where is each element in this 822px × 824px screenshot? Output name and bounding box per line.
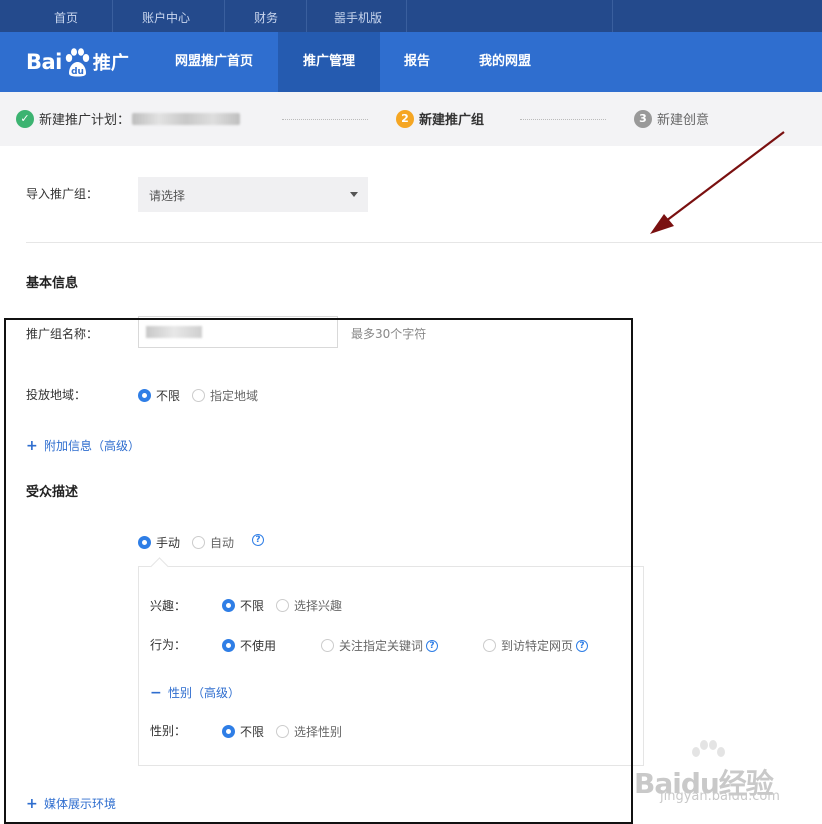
behavior-radio-none[interactable]: 不使用: [222, 637, 276, 654]
nav-tab-report[interactable]: 报告: [386, 32, 448, 92]
minus-icon: −: [150, 684, 162, 701]
radio-unchecked-icon: [321, 639, 334, 652]
radio-checked-icon: [222, 599, 235, 612]
media-environment-label: 媒体展示环境: [44, 797, 117, 811]
gender-advanced-label: 性别（高级）: [168, 686, 241, 700]
interest-label: 兴趣：: [150, 599, 187, 613]
import-group-select[interactable]: 请选择: [138, 177, 368, 212]
radio-checked-icon: [138, 536, 151, 549]
baidu-tuiguang-logo[interactable]: Bai du 推广: [26, 44, 129, 80]
radio-unchecked-icon: [192, 389, 205, 402]
annotation-arrow: [650, 131, 785, 234]
import-group-label: 导入推广组：: [26, 187, 99, 201]
extra-info-label: 附加信息（高级）: [44, 439, 141, 453]
redacted-group-name: [146, 326, 202, 338]
check-icon: ✓: [16, 109, 34, 128]
audience-panel: [138, 566, 644, 766]
step-1: ✓ 新建推广计划：: [16, 109, 241, 128]
radio-unchecked-icon: [276, 599, 289, 612]
watermark-url: jingyan.baidu.com: [660, 789, 780, 804]
interest-radio-select[interactable]: 选择兴趣: [276, 597, 342, 614]
logo-text-bai: Bai: [26, 50, 62, 74]
step-connector: [282, 119, 368, 120]
step-2: 2 新建推广组: [396, 109, 484, 128]
radio-label: 不限: [240, 599, 265, 613]
radio-label: 不限: [240, 725, 265, 739]
step-3: 3 新建创意: [634, 109, 709, 128]
basic-info-heading: 基本信息: [26, 276, 79, 291]
radio-label: 指定地域: [210, 389, 259, 403]
divider: [612, 0, 613, 32]
help-icon[interactable]: ?: [426, 639, 439, 652]
mode-radio-manual[interactable]: 手动: [138, 534, 180, 551]
radio-label: 到访特定网页: [501, 639, 574, 653]
step-1-label: 新建推广计划：: [39, 113, 131, 128]
top-link-home[interactable]: 首页: [54, 9, 78, 26]
divider: [112, 0, 113, 32]
radio-label: 不限: [156, 389, 181, 403]
divider: [306, 0, 307, 32]
top-link-mobile[interactable]: 噐手机版: [334, 9, 382, 26]
nav-tab-my-union[interactable]: 我的网盟: [462, 32, 548, 92]
logo-text-du: du: [71, 67, 84, 77]
redacted-plan-name: [132, 112, 241, 125]
behavior-radio-pages[interactable]: 到访特定网页 ?: [483, 637, 589, 654]
interest-radio-unlimited[interactable]: 不限: [222, 597, 264, 614]
divider: [224, 0, 225, 32]
help-icon[interactable]: ?: [576, 639, 589, 652]
nav-tab-management[interactable]: 推广管理: [278, 32, 380, 92]
divider: [26, 242, 822, 243]
radio-checked-icon: [138, 389, 151, 402]
region-label: 投放地域：: [26, 388, 87, 402]
step-2-number: 2: [396, 109, 414, 128]
top-link-account[interactable]: 账户中心: [142, 9, 190, 26]
radio-checked-icon: [222, 639, 235, 652]
top-bar: 首页 账户中心 财务 噐手机版: [0, 0, 822, 32]
radio-checked-icon: [222, 725, 235, 738]
logo-text-suffix: 推广: [92, 53, 129, 74]
mode-radio-auto[interactable]: 自动: [192, 534, 234, 551]
gender-advanced-toggle[interactable]: − 性别（高级）: [150, 684, 240, 701]
audience-heading: 受众描述: [26, 485, 79, 500]
gender-radio-unlimited[interactable]: 不限: [222, 723, 264, 740]
gender-radio-select[interactable]: 选择性别: [276, 723, 342, 740]
caret-down-icon: [350, 192, 358, 197]
group-name-hint: 最多30个字符: [351, 327, 427, 341]
radio-label: 选择兴趣: [294, 599, 343, 613]
step-3-number: 3: [634, 109, 652, 128]
group-name-label: 推广组名称：: [26, 327, 99, 341]
media-environment-toggle[interactable]: + 媒体展示环境: [26, 795, 116, 812]
plus-icon: +: [26, 437, 38, 454]
radio-label: 不使用: [240, 639, 277, 653]
behavior-radio-keywords[interactable]: 关注指定关键词 ?: [321, 637, 439, 654]
radio-label: 选择性别: [294, 725, 343, 739]
region-radio-specific[interactable]: 指定地域: [192, 387, 258, 404]
plus-icon: +: [26, 795, 38, 812]
import-group-value: 请选择: [149, 189, 186, 203]
radio-unchecked-icon: [483, 639, 496, 652]
divider: [406, 0, 407, 32]
step-connector: [520, 119, 606, 120]
nav-tab-home[interactable]: 网盟推广首页: [154, 32, 274, 92]
extra-info-toggle[interactable]: + 附加信息（高级）: [26, 437, 140, 454]
baidu-paw-icon: du: [65, 48, 90, 77]
group-name-input[interactable]: [138, 316, 338, 348]
main-nav: Bai du 推广 网盟推广首页 推广管理 报告 我的网盟: [0, 32, 822, 92]
radio-label: 关注指定关键词: [339, 639, 424, 653]
top-link-finance[interactable]: 财务: [254, 9, 278, 26]
radio-label: 自动: [210, 536, 235, 550]
gender-label: 性别：: [150, 724, 187, 738]
region-radio-unlimited[interactable]: 不限: [138, 387, 180, 404]
step-3-label: 新建创意: [657, 113, 710, 128]
help-icon[interactable]: ?: [252, 534, 264, 546]
step-2-label: 新建推广组: [419, 113, 485, 128]
behavior-label: 行为：: [150, 638, 187, 652]
radio-label: 手动: [156, 536, 181, 550]
radio-unchecked-icon: [276, 725, 289, 738]
radio-unchecked-icon: [192, 536, 205, 549]
